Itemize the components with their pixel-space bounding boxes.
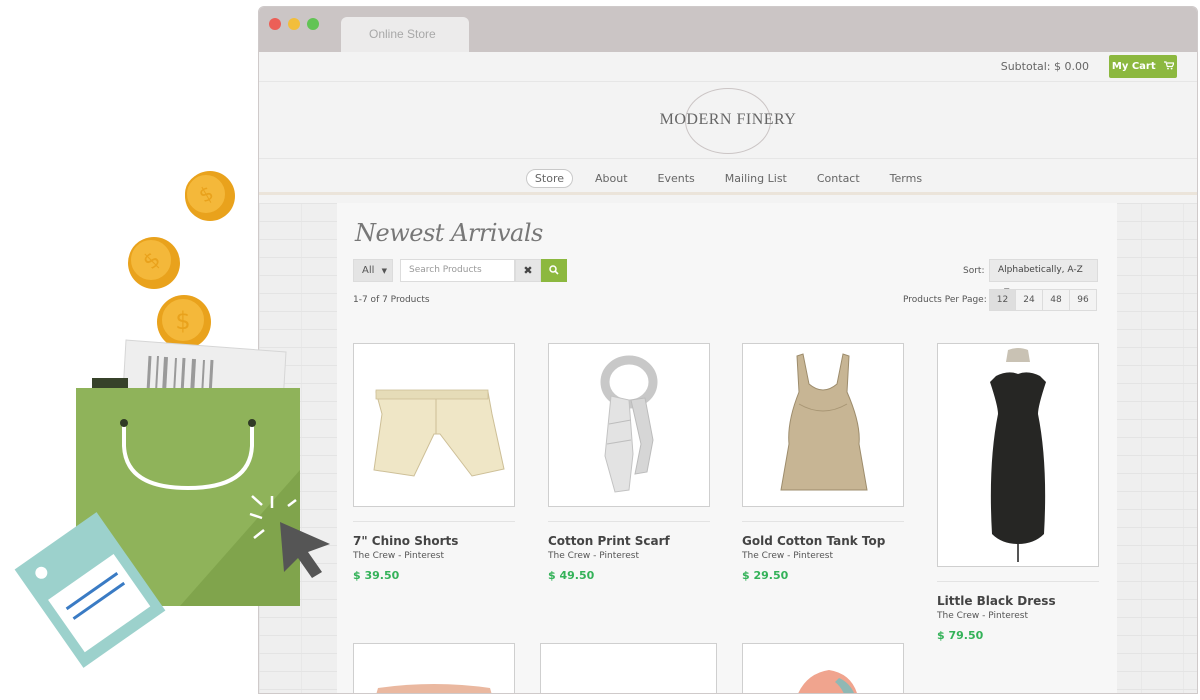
clear-icon: ✖	[523, 264, 533, 277]
nav-item-about[interactable]: About	[587, 170, 636, 187]
category-filter[interactable]: All ▼	[353, 259, 393, 282]
bag-illustration	[376, 684, 492, 693]
product-image-knit[interactable]	[742, 643, 904, 693]
category-filter-value: All	[362, 265, 375, 276]
nav-item-events[interactable]: Events	[650, 170, 703, 187]
browser-window: Online Store Subtotal: $ 0.00 My Cart MO…	[258, 6, 1198, 694]
product-card[interactable]	[742, 643, 904, 693]
nav-item-store[interactable]: Store	[525, 169, 573, 188]
per-page-option-24[interactable]: 24	[1016, 289, 1043, 311]
nav-item-mailing-list[interactable]: Mailing List	[717, 170, 795, 187]
card-divider	[548, 521, 710, 522]
product-vendor: The Crew - Pinterest	[353, 551, 445, 561]
card-divider	[742, 521, 904, 522]
product-vendor: The Crew - Pinterest	[548, 551, 640, 561]
my-cart-button[interactable]: My Cart	[1109, 55, 1177, 78]
product-name[interactable]: Cotton Print Scarf	[548, 534, 710, 548]
scarf-illustration	[600, 355, 658, 493]
card-divider	[353, 521, 515, 522]
product-card[interactable]: Cotton Print Scarf The Crew - Pinterest …	[548, 343, 710, 582]
product-vendor: The Crew - Pinterest	[742, 551, 834, 561]
product-vendor: The Crew - Pinterest	[937, 611, 1029, 621]
browser-tab[interactable]: Online Store	[341, 17, 469, 52]
product-price: $ 29.50	[742, 569, 789, 582]
product-card[interactable]	[540, 643, 717, 693]
coin-icon: $	[157, 295, 211, 349]
product-price: $ 79.50	[937, 629, 984, 642]
caret-down-icon: ▼	[381, 267, 387, 275]
product-image-bag[interactable]	[353, 643, 515, 693]
per-page-option-12[interactable]: 12	[989, 289, 1016, 311]
product-card[interactable]: Little Black Dress The Crew - Pinterest …	[937, 343, 1099, 642]
knit-illustration	[798, 670, 857, 693]
product-image-tank-top[interactable]	[742, 343, 904, 507]
product-image[interactable]	[540, 643, 717, 693]
sort-select[interactable]: Alphabetically, A-Z ▼	[989, 259, 1098, 295]
site-logo[interactable]: MODERN FINERY	[259, 111, 1197, 129]
browser-chrome: Online Store	[259, 7, 1197, 52]
product-card[interactable]: Gold Cotton Tank Top The Crew - Pinteres…	[742, 343, 904, 582]
product-price: $ 39.50	[353, 569, 400, 582]
nav-item-terms[interactable]: Terms	[882, 170, 930, 187]
dress-illustration	[990, 348, 1046, 562]
product-name[interactable]: 7" Chino Shorts	[353, 534, 515, 548]
search-button[interactable]	[541, 259, 567, 282]
clear-search-button[interactable]: ✖	[515, 259, 541, 282]
coin-icon: $	[185, 171, 235, 221]
cart-subtotal: Subtotal: $ 0.00	[1000, 60, 1089, 73]
product-listing: Newest Arrivals All ▼ Search Products ✖ …	[337, 203, 1117, 693]
per-page-label: Products Per Page:	[903, 295, 987, 305]
product-name[interactable]: Little Black Dress	[937, 594, 1099, 608]
product-image-scarf[interactable]	[548, 343, 710, 507]
site-topbar: Subtotal: $ 0.00 My Cart	[259, 52, 1197, 82]
tank-top-illustration	[780, 353, 868, 491]
per-page-option-96[interactable]: 96	[1070, 289, 1097, 311]
shorts-illustration	[373, 389, 505, 477]
product-card[interactable]: 7" Chino Shorts The Crew - Pinterest $ 3…	[353, 343, 515, 582]
cart-button-label: My Cart	[1111, 61, 1156, 72]
coin-icon: $	[128, 237, 180, 289]
nav-item-contact[interactable]: Contact	[809, 170, 868, 187]
product-count: 1-7 of 7 Products	[353, 295, 430, 305]
cart-icon	[1164, 61, 1176, 70]
shopping-illustration: $ $ $	[14, 171, 330, 668]
product-image-dress[interactable]	[937, 343, 1099, 567]
page-title: Newest Arrivals	[355, 219, 543, 247]
product-image-shorts[interactable]	[353, 343, 515, 507]
sort-label: Sort:	[963, 266, 985, 276]
main-nav: Store About Events Mailing List Contact Terms	[259, 159, 1197, 195]
product-price: $ 49.50	[548, 569, 595, 582]
sort-select-value: Alphabetically, A-Z	[998, 265, 1083, 275]
per-page-selector: 12 24 48 96	[989, 289, 1097, 311]
per-page-option-48[interactable]: 48	[1043, 289, 1070, 311]
product-card[interactable]	[353, 643, 515, 693]
browser-tab-title: Online Store	[369, 27, 436, 41]
svg-text:$: $	[175, 307, 190, 335]
site-logo-area: MODERN FINERY	[259, 82, 1197, 159]
search-icon	[549, 265, 559, 275]
product-name[interactable]: Gold Cotton Tank Top	[742, 534, 904, 548]
search-input[interactable]: Search Products	[400, 259, 515, 282]
card-divider	[937, 581, 1099, 582]
